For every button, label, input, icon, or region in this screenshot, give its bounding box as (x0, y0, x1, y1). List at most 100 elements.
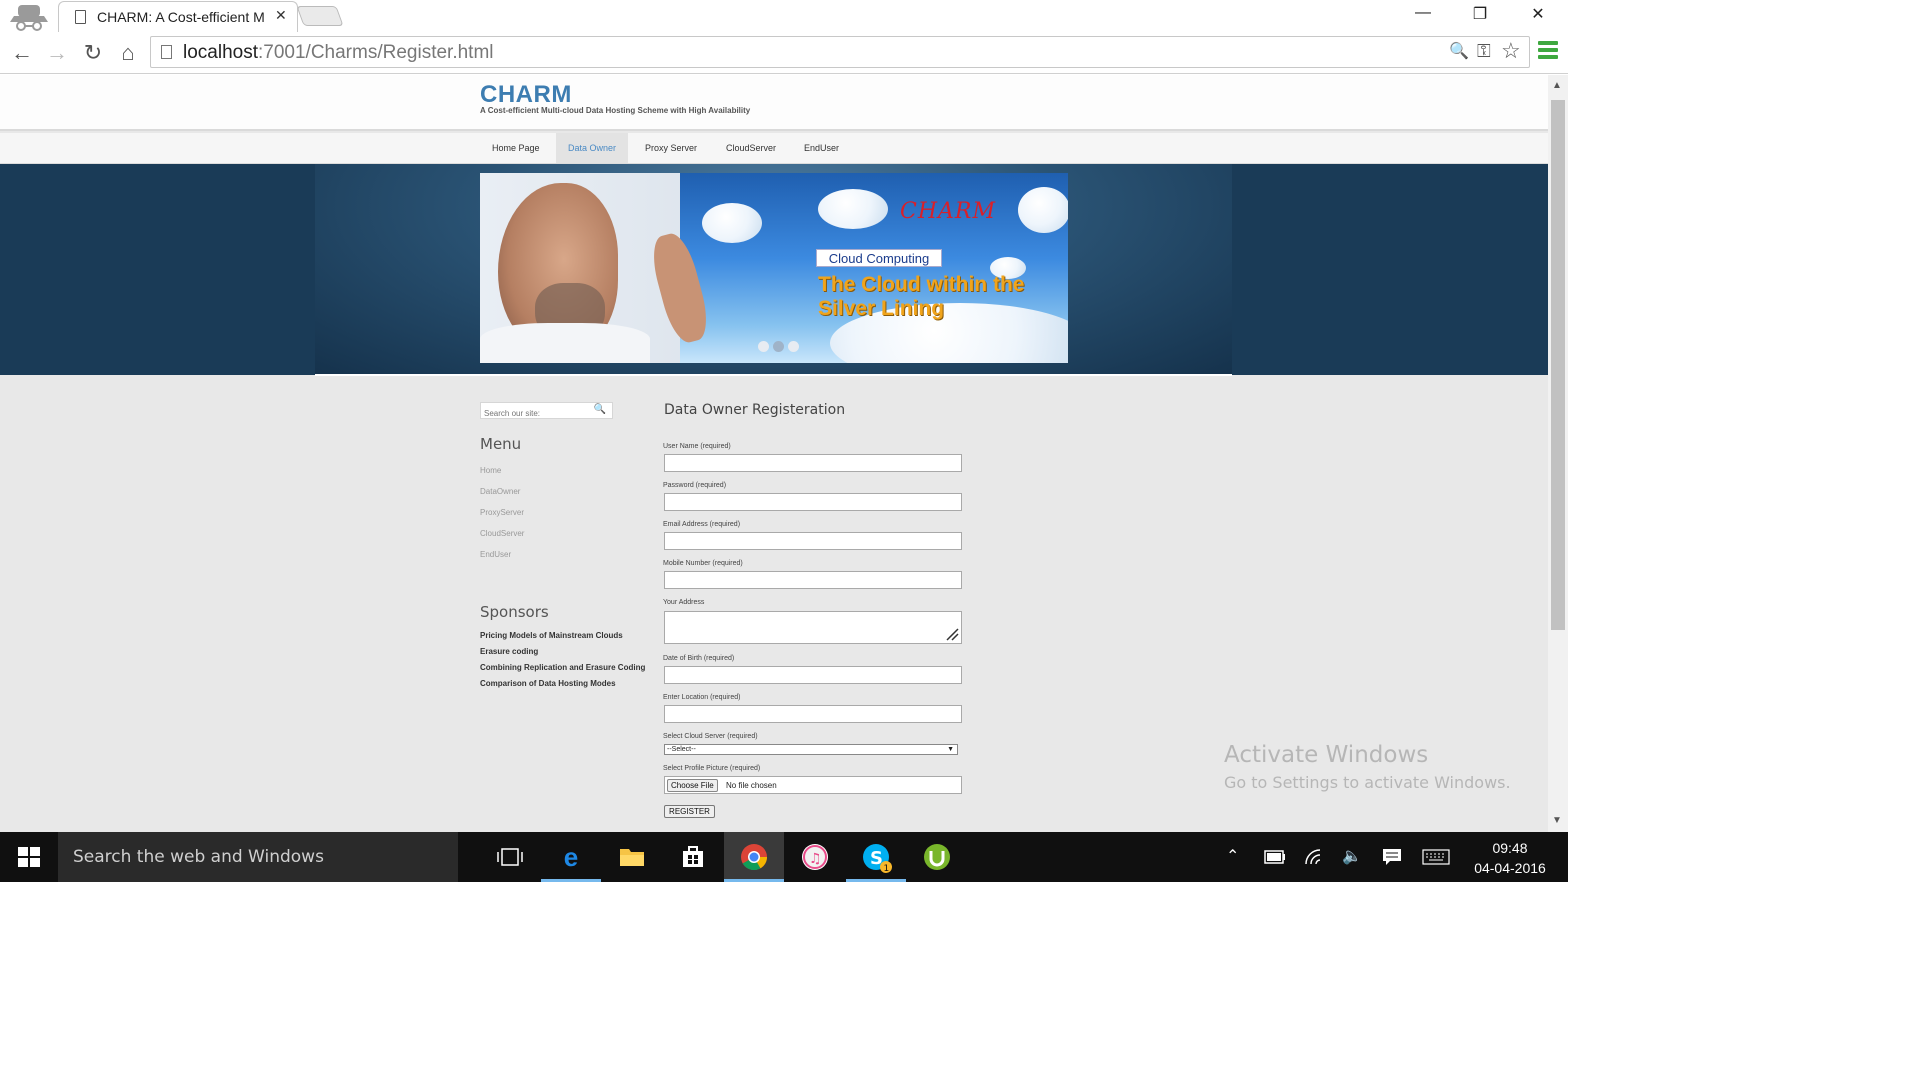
taskbar-clock[interactable]: 09:48 04-04-2016 (1472, 838, 1548, 878)
menu-link-home[interactable]: Home (480, 466, 501, 475)
password-field[interactable] (664, 493, 962, 511)
wifi-icon[interactable] (1304, 848, 1326, 866)
resize-grip-icon[interactable] (945, 627, 959, 641)
taskbar-search[interactable]: Search the web and Windows (58, 832, 458, 882)
clock-time: 09:48 (1492, 840, 1528, 856)
chrome-icon (741, 844, 768, 871)
slide-tag: Cloud Computing (816, 249, 942, 267)
forward-button[interactable]: → (44, 40, 70, 66)
home-button[interactable]: ⌂ (115, 40, 141, 66)
username-field[interactable] (664, 454, 962, 472)
cloud-image (1018, 187, 1068, 233)
sponsor-link[interactable]: Pricing Models of Mainstream Clouds (480, 631, 623, 640)
restore-button[interactable]: ❐ (1465, 4, 1495, 24)
profile-picture-input: Choose File No file chosen (664, 776, 962, 794)
itunes-app[interactable]: ♫ (785, 832, 845, 882)
nav-data-owner[interactable]: Data Owner (556, 133, 629, 163)
tab-close-icon[interactable]: ✕ (275, 7, 287, 24)
cloud-image (818, 189, 888, 229)
nav-proxy-server[interactable]: Proxy Server (633, 133, 709, 163)
utorrent-app[interactable] (907, 832, 967, 882)
window-close-button[interactable]: ✕ (1523, 4, 1553, 24)
slide-brand: CHARM (900, 199, 996, 224)
banner-slide: CHARM Cloud Computing The Cloud within t… (480, 173, 1068, 363)
taskbar-search-text: Search the web and Windows (73, 847, 324, 867)
file-explorer-app[interactable] (602, 832, 662, 882)
scroll-up-icon[interactable]: ▲ (1552, 80, 1562, 91)
activate-windows-title: Activate Windows (1224, 742, 1429, 768)
battery-icon[interactable] (1264, 850, 1286, 864)
nav-cloud-server[interactable]: CloudServer (714, 133, 788, 163)
sponsors-heading: Sponsors (480, 603, 549, 621)
utorrent-icon (924, 844, 950, 870)
sponsor-link[interactable]: Comparison of Data Hosting Modes (480, 679, 616, 688)
scroll-down-icon[interactable]: ▼ (1552, 815, 1562, 826)
browser-tab[interactable]: CHARM: A Cost-efficient M ✕ (58, 1, 298, 32)
dropdown-arrow-icon: ▼ (947, 746, 954, 753)
svg-text:♫: ♫ (809, 851, 822, 867)
sponsor-link[interactable]: Combining Replication and Erasure Coding (480, 663, 645, 672)
store-bag-icon (683, 846, 703, 867)
task-view-button[interactable] (480, 832, 540, 882)
store-app[interactable] (663, 832, 723, 882)
menu-link-cloudserver[interactable]: CloudServer (480, 529, 524, 538)
new-tab-button[interactable] (296, 6, 344, 26)
page-scrollbar[interactable]: ▲ ▼ (1548, 75, 1568, 832)
skype-app[interactable]: S 1 (846, 832, 906, 882)
edge-app[interactable]: e (541, 832, 601, 882)
cloud-server-label: Select Cloud Server (required) (663, 733, 758, 740)
choose-file-button[interactable]: Choose File (667, 779, 718, 792)
menu-link-enduser[interactable]: EndUser (480, 550, 511, 559)
site-logo[interactable]: CHARM (480, 81, 572, 109)
bookmark-star-icon[interactable]: ☆ (1501, 38, 1521, 64)
mobile-field[interactable] (664, 571, 962, 589)
slide-headline: The Cloud within the Silver Lining (818, 273, 1025, 320)
browser-titlebar: CHARM: A Cost-efficient M ✕ — ❐ ✕ (0, 0, 1568, 32)
cloud-image (702, 203, 762, 243)
address-bar[interactable]: localhost:7001/Charms/Register.html 🔍 ⚿ … (150, 36, 1530, 68)
site-tagline: A Cost-efficient Multi-cloud Data Hostin… (480, 106, 751, 115)
menu-link-proxyserver[interactable]: ProxyServer (480, 508, 524, 517)
chrome-app[interactable] (724, 832, 784, 882)
chrome-menu-icon[interactable] (1538, 41, 1558, 59)
skype-badge: 1 (884, 864, 890, 874)
address-label: Your Address (663, 599, 705, 606)
menu-heading: Menu (480, 435, 522, 453)
dob-label: Date of Birth (required) (663, 655, 735, 662)
reload-button[interactable]: ↻ (80, 40, 106, 66)
skype-icon: S 1 (863, 844, 892, 874)
nav-home-page[interactable]: Home Page (480, 133, 552, 163)
volume-icon[interactable]: 🔈 (1342, 846, 1362, 866)
page-icon (161, 45, 172, 59)
search-input[interactable] (481, 406, 591, 421)
divider (315, 374, 1232, 376)
zoom-icon[interactable]: 🔍 (1449, 41, 1469, 61)
tab-title: CHARM: A Cost-efficient M (97, 9, 265, 25)
show-hidden-icons[interactable]: ⌃ (1226, 846, 1239, 866)
search-icon[interactable]: 🔍 (594, 404, 606, 415)
action-center-icon[interactable] (1382, 848, 1402, 866)
dob-field[interactable] (664, 666, 962, 684)
slide-dot[interactable] (788, 341, 799, 352)
password-label: Password (required) (663, 482, 727, 489)
site-nav: Home Page Data Owner Proxy Server CloudS… (0, 133, 1548, 164)
menu-link-dataowner[interactable]: DataOwner (480, 487, 520, 496)
task-view-icon (497, 848, 523, 866)
register-button[interactable]: REGISTER (664, 805, 715, 818)
keyboard-icon[interactable] (1422, 849, 1450, 865)
address-textarea[interactable] (664, 611, 962, 644)
nav-end-user[interactable]: EndUser (792, 133, 851, 163)
location-field[interactable] (664, 705, 962, 723)
key-icon[interactable]: ⚿ (1477, 41, 1491, 62)
windows-start-icon[interactable] (18, 847, 40, 867)
slide-dot[interactable] (773, 341, 784, 352)
url-text[interactable]: localhost:7001/Charms/Register.html (183, 42, 494, 64)
back-button[interactable]: ← (9, 40, 35, 66)
cloud-server-select[interactable]: --Select-- ▼ (664, 744, 958, 755)
sponsor-link[interactable]: Erasure coding (480, 647, 538, 656)
scrollbar-thumb[interactable] (1551, 100, 1565, 630)
slide-dot[interactable] (758, 341, 769, 352)
username-label: User Name (required) (663, 443, 731, 450)
email-field[interactable] (664, 532, 962, 550)
minimize-button[interactable]: — (1408, 4, 1438, 22)
